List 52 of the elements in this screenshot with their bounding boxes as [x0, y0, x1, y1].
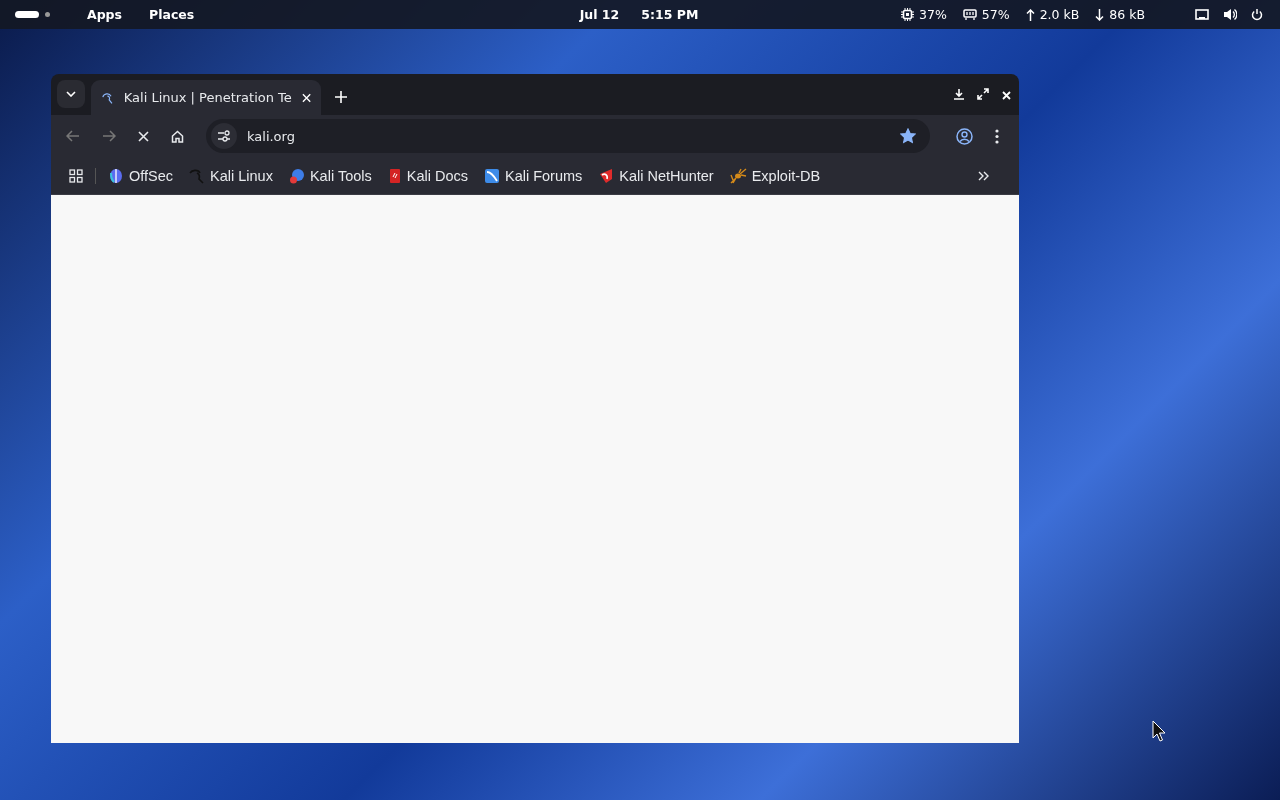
url-text: kali.org	[247, 128, 295, 144]
close-icon[interactable]	[1002, 91, 1011, 100]
network-icon[interactable]	[1195, 8, 1209, 21]
stop-icon[interactable]	[138, 130, 149, 142]
maximize-icon[interactable]	[977, 88, 989, 100]
logo-icon	[108, 167, 124, 184]
date[interactable]: Jul 12	[579, 7, 620, 22]
bookmark[interactable]: Kali Tools	[288, 167, 372, 184]
close-icon[interactable]	[301, 92, 311, 103]
cpu-usage: 37%	[919, 7, 947, 22]
more-menu-icon[interactable]	[995, 128, 999, 144]
up-arrow-icon	[1025, 8, 1035, 21]
memory-usage: 57%	[981, 7, 1010, 22]
panel-menu[interactable]: Apps	[87, 7, 122, 22]
star-icon[interactable]	[900, 128, 916, 144]
profile-icon[interactable]	[956, 127, 973, 145]
upload-rate: 2.0 kB	[1039, 7, 1080, 22]
chevron-down-icon	[66, 91, 76, 97]
spider-icon	[729, 167, 747, 184]
logo-icon	[484, 167, 500, 184]
bookmark[interactable]: Exploit-DB	[729, 167, 821, 184]
panel-menu[interactable]: Places	[149, 7, 195, 22]
volume-icon[interactable]	[1223, 8, 1237, 21]
download-icon[interactable]	[954, 89, 964, 100]
cpu-icon	[901, 8, 915, 21]
apps-grid-icon[interactable]	[69, 168, 83, 183]
logo-icon	[288, 167, 305, 184]
logo-icon	[598, 167, 615, 184]
book-icon	[387, 167, 402, 184]
download-rate: 86 kB	[1109, 7, 1145, 22]
workspace-indicator[interactable]	[15, 11, 39, 18]
tab-search-button[interactable]	[57, 80, 85, 108]
memory-icon	[962, 9, 977, 20]
workspace-indicator[interactable]	[45, 12, 50, 17]
address-bar[interactable]: kali.org	[206, 119, 930, 153]
bookmark[interactable]: Kali Linux	[189, 167, 273, 184]
bookmark[interactable]: Kali Forums	[484, 167, 583, 184]
browser-tab[interactable]: Kali Linux | Penetration Te	[91, 80, 321, 115]
back-icon[interactable]	[66, 130, 80, 142]
new-tab-icon[interactable]	[335, 91, 347, 103]
mouse-cursor-icon	[1152, 720, 1166, 742]
bookmark[interactable]: Kali Docs	[387, 167, 468, 184]
bookmark[interactable]: OffSec	[108, 167, 174, 184]
site-info-button[interactable]	[211, 123, 237, 149]
forward-icon[interactable]	[102, 130, 116, 142]
sliders-icon	[217, 130, 231, 142]
chevron-double-right-icon[interactable]	[978, 170, 989, 181]
bookmark[interactable]: Kali NetHunter	[598, 167, 714, 184]
home-icon[interactable]	[171, 129, 184, 143]
power-icon[interactable]	[1251, 8, 1263, 21]
down-arrow-icon	[1095, 8, 1105, 21]
clock[interactable]: 5:15 PM	[641, 7, 699, 22]
